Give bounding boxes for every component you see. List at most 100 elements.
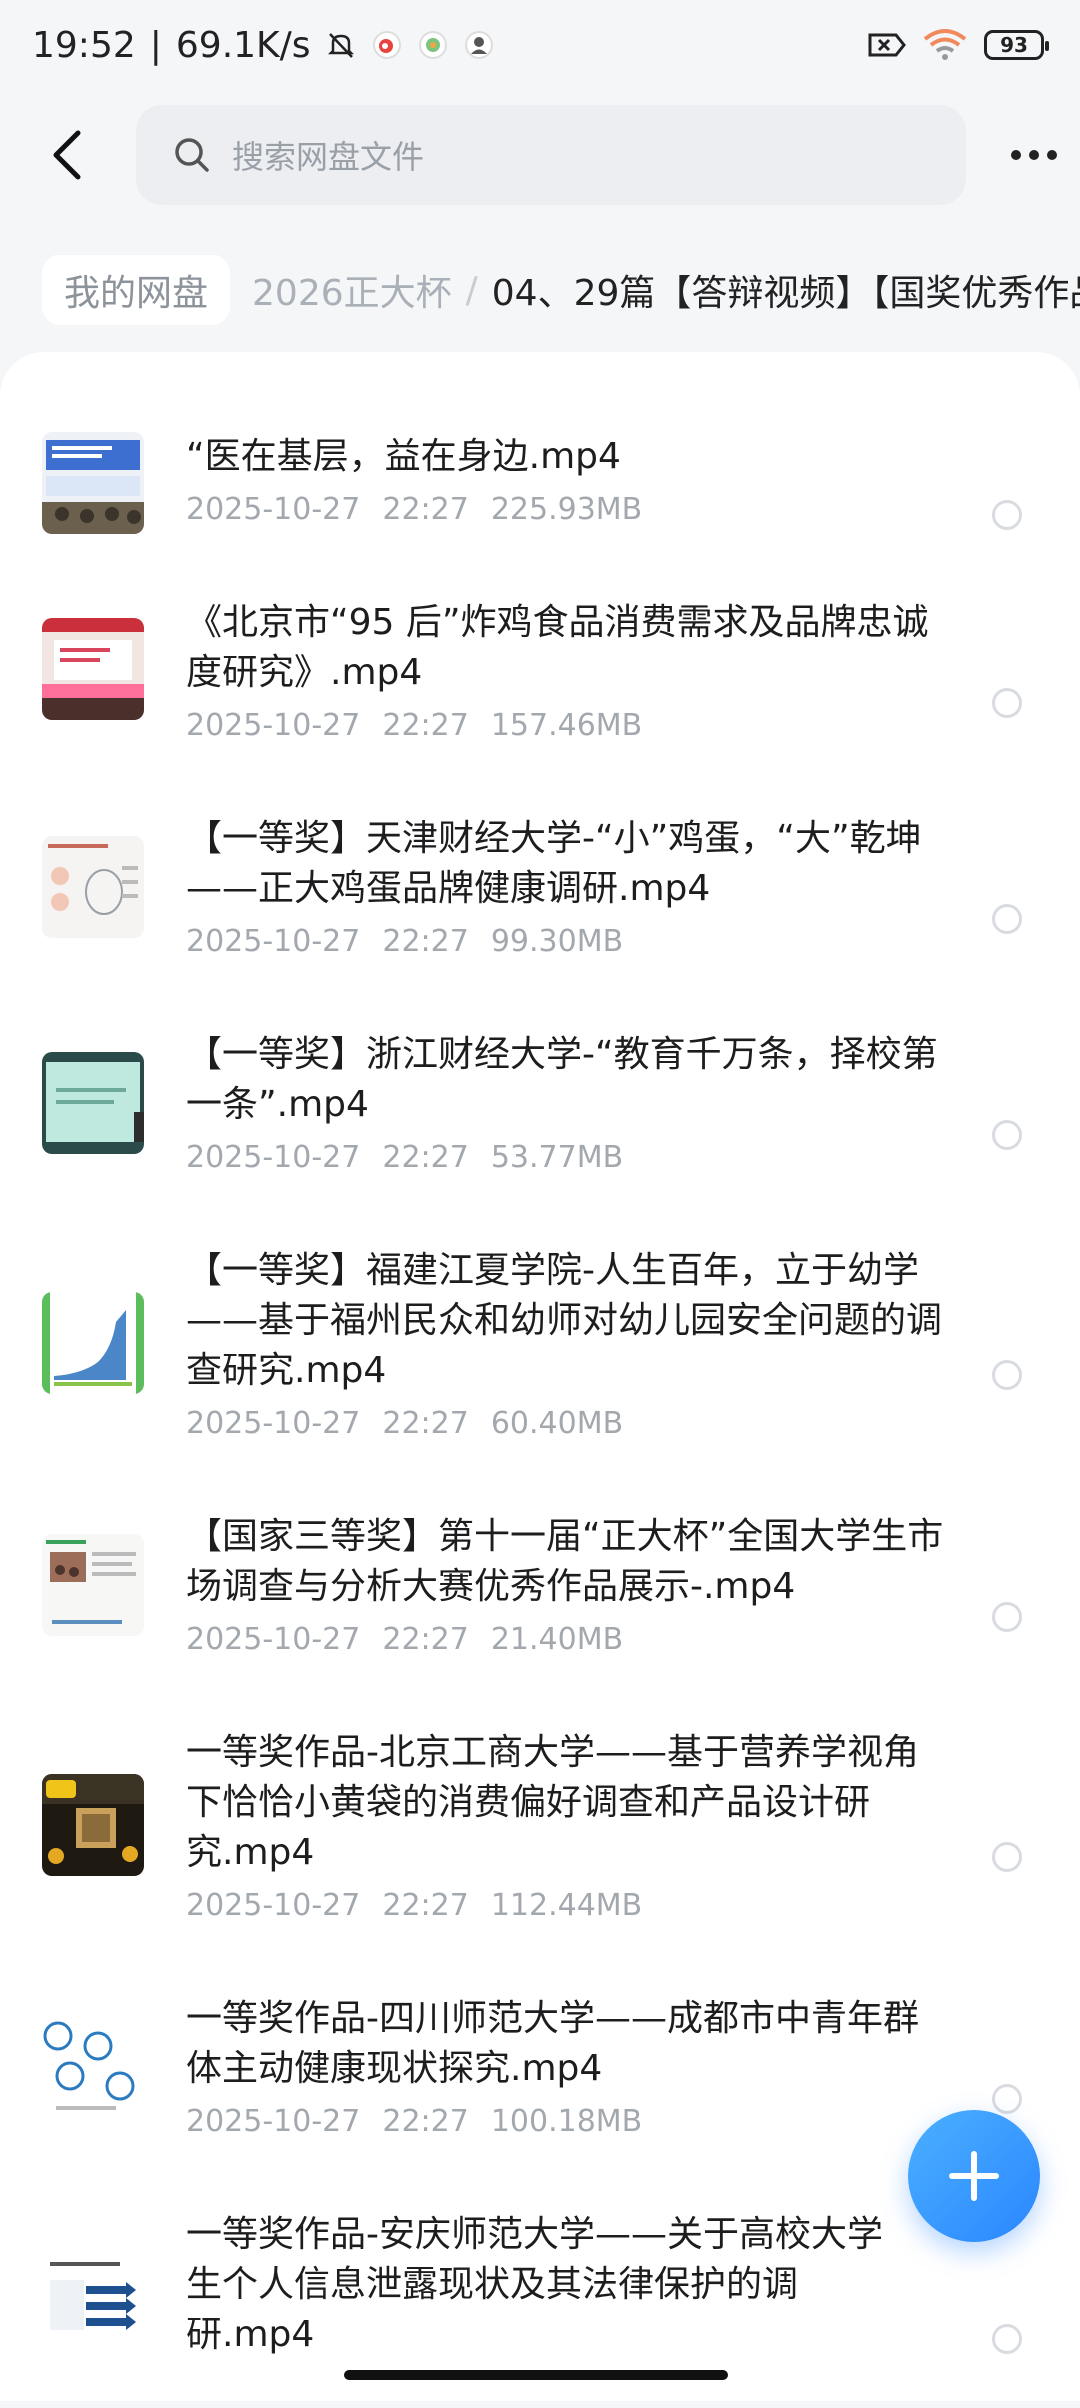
breadcrumb: 我的网盘 2026正大杯 / 04、29篇【答辩视频】【国奖优秀作品 — [42, 255, 1080, 325]
file-name: 一等奖作品-北京工商大学——基于营养学视角下恰恰小黄袋的消费偏好调查和产品设计研… — [186, 1732, 919, 1873]
file-time: 22:27 — [382, 1888, 469, 1923]
file-item[interactable]: 【国家三等奖】第十一届“正大杯”全国大学生市场调查与分析大赛优秀作品展示-.mp… — [0, 1500, 1080, 1696]
file-item[interactable]: 【一等奖】福建江夏学院-人生百年，立于幼学——基于福州民众和幼师对幼儿园安全问题… — [0, 1234, 1080, 1480]
more-icon — [1011, 150, 1021, 160]
green-slide-thumbnail-icon — [42, 1052, 144, 1154]
more-icon-dot — [1047, 150, 1057, 160]
file-item[interactable]: 一等奖作品-北京工商大学——基于营养学视角下恰恰小黄袋的消费偏好调查和产品设计研… — [0, 1716, 1080, 1962]
file-time: 22:27 — [382, 1622, 469, 1657]
select-radio[interactable] — [992, 1842, 1022, 1872]
file-date: 2025-10-27 — [186, 1140, 361, 1175]
file-meta: 2025-10-27 22:27 21.40MB — [186, 1618, 946, 1662]
breadcrumb-mid[interactable]: 2026正大杯 — [252, 264, 452, 316]
file-date: 2025-10-27 — [186, 492, 361, 527]
status-speed: 69.1K/s — [175, 24, 311, 66]
battery-level: 93 — [1000, 33, 1028, 57]
wifi-icon — [923, 29, 967, 60]
file-size: 21.40MB — [490, 1622, 624, 1657]
file-size: 225.93MB — [490, 492, 643, 527]
file-time: 22:27 — [382, 492, 469, 527]
file-time: 22:27 — [382, 1140, 469, 1175]
video-thumbnail — [42, 1052, 144, 1154]
status-right: 93 — [866, 27, 1049, 63]
home-indicator[interactable] — [344, 2370, 728, 2380]
file-meta: 2025-10-27 22:27 99.30MB — [186, 920, 946, 964]
select-radio[interactable] — [992, 1360, 1022, 1390]
chart-thumbnail-icon — [42, 1292, 144, 1394]
select-radio[interactable] — [992, 904, 1022, 934]
video-thumbnail — [42, 1534, 144, 1636]
file-meta: 2025-10-27 22:27 157.46MB — [186, 704, 946, 748]
video-thumbnail — [42, 836, 144, 938]
file-name: 【一等奖】天津财经大学-“小”鸡蛋，“大”乾坤——正大鸡蛋品牌健康调研.mp4 — [186, 818, 922, 909]
more-icon-dot — [1029, 150, 1039, 160]
file-size: 157.46MB — [490, 708, 643, 743]
file-meta: 2025-10-27 22:27 60.40MB — [186, 1402, 946, 1446]
breadcrumb-root[interactable]: 我的网盘 — [42, 255, 231, 325]
status-bar: 19:52 | 69.1K/s 93 — [0, 0, 1080, 90]
file-item[interactable]: 【一等奖】天津财经大学-“小”鸡蛋，“大”乾坤——正大鸡蛋品牌健康调研.mp4 … — [0, 802, 1080, 998]
arrows-slide-thumbnail-icon — [42, 2256, 144, 2358]
add-button[interactable] — [908, 2110, 1040, 2242]
product-slide-thumbnail-icon — [42, 1774, 144, 1876]
back-button[interactable] — [28, 115, 108, 195]
file-name: 【一等奖】浙江财经大学-“教育千万条，择校第一条”.mp4 — [186, 1034, 938, 1125]
file-name: 【国家三等奖】第十一届“正大杯”全国大学生市场调查与分析大赛优秀作品展示-.mp… — [186, 1516, 944, 1607]
file-meta: 2025-10-27 22:27 225.93MB — [186, 488, 946, 532]
file-name: 【一等奖】福建江夏学院-人生百年，立于幼学——基于福州民众和幼师对幼儿园安全问题… — [186, 1250, 943, 1391]
file-name: 《北京市“95 后”炸鸡食品消费需求及品牌忠诚度研究》.mp4 — [186, 602, 929, 693]
mute-bell-icon — [327, 33, 354, 58]
file-size: 60.40MB — [490, 1406, 624, 1441]
file-info: 【一等奖】福建江夏学院-人生百年，立于幼学——基于福州民众和幼师对幼儿园安全问题… — [186, 1246, 946, 1446]
status-left: 19:52 | 69.1K/s — [32, 25, 495, 66]
status-time: 19:52 — [32, 24, 136, 66]
select-radio[interactable] — [992, 1602, 1022, 1632]
video-thumbnail — [42, 618, 144, 720]
file-item[interactable]: 【一等奖】浙江财经大学-“教育千万条，择校第一条”.mp4 2025-10-27… — [0, 1018, 1080, 1214]
breadcrumb-separator: / — [465, 269, 478, 311]
select-radio[interactable] — [992, 500, 1022, 530]
file-info: 一等奖作品-北京工商大学——基于营养学视角下恰恰小黄袋的消费偏好调查和产品设计研… — [186, 1728, 946, 1928]
avatar-notification-icon — [464, 31, 493, 59]
file-list: “医在基层，益在身边.mp4 2025-10-27 22:27 225.93MB 《… — [0, 352, 1080, 2401]
file-meta: 2025-10-27 22:27 100.18MB — [186, 2100, 946, 2144]
back-arrow-icon — [53, 130, 81, 180]
file-size: 53.77MB — [490, 1140, 624, 1175]
weibo-icon — [372, 31, 401, 59]
select-radio[interactable] — [992, 688, 1022, 718]
file-info: 【一等奖】浙江财经大学-“教育千万条，择校第一条”.mp4 2025-10-27… — [186, 1030, 946, 1180]
more-button[interactable] — [994, 115, 1074, 195]
search-input[interactable]: 搜索网盘文件 — [136, 105, 966, 205]
video-thumbnail — [42, 1292, 144, 1394]
file-time: 22:27 — [382, 708, 469, 743]
video-thumbnail — [42, 1774, 144, 1876]
file-date: 2025-10-27 — [186, 1406, 361, 1441]
search-placeholder: 搜索网盘文件 — [232, 138, 425, 176]
battery-icon: 93 — [984, 30, 1049, 60]
file-info: 一等奖作品-四川师范大学——成都市中青年群体主动健康现状探究.mp4 2025-… — [186, 1994, 946, 2144]
circles-slide-thumbnail-icon — [42, 2016, 144, 2118]
video-thumbnail — [42, 2016, 144, 2118]
file-name: 一等奖作品-四川师范大学——成都市中青年群体主动健康现状探究.mp4 — [186, 1998, 919, 2089]
file-info: “医在基层，益在身边.mp4 2025-10-27 22:27 225.93MB — [186, 432, 946, 532]
plus-icon — [949, 2151, 999, 2201]
sim-off-icon — [868, 33, 906, 57]
app-notification-icon — [418, 31, 447, 59]
file-item[interactable]: 《北京市“95 后”炸鸡食品消费需求及品牌忠诚度研究》.mp4 2025-10-… — [0, 586, 1080, 782]
select-radio[interactable] — [992, 2084, 1022, 2114]
file-item[interactable]: “医在基层，益在身边.mp4 2025-10-27 22:27 225.93MB — [0, 412, 1080, 562]
file-time: 22:27 — [382, 924, 469, 959]
stage-thumbnail-icon — [42, 618, 144, 720]
file-info: 【一等奖】天津财经大学-“小”鸡蛋，“大”乾坤——正大鸡蛋品牌健康调研.mp4 … — [186, 814, 946, 964]
slides-thumbnail-icon — [42, 432, 144, 534]
file-info: 《北京市“95 后”炸鸡食品消费需求及品牌忠诚度研究》.mp4 2025-10-… — [186, 598, 946, 748]
video-thumbnail — [42, 2256, 144, 2358]
select-radio[interactable] — [992, 2324, 1022, 2354]
file-size: 100.18MB — [490, 2104, 643, 2139]
select-radio[interactable] — [992, 1120, 1022, 1150]
file-date: 2025-10-27 — [186, 2104, 361, 2139]
photo-slide-thumbnail-icon — [42, 1534, 144, 1636]
file-size: 112.44MB — [490, 1888, 643, 1923]
file-date: 2025-10-27 — [186, 924, 361, 959]
file-date: 2025-10-27 — [186, 1622, 361, 1657]
